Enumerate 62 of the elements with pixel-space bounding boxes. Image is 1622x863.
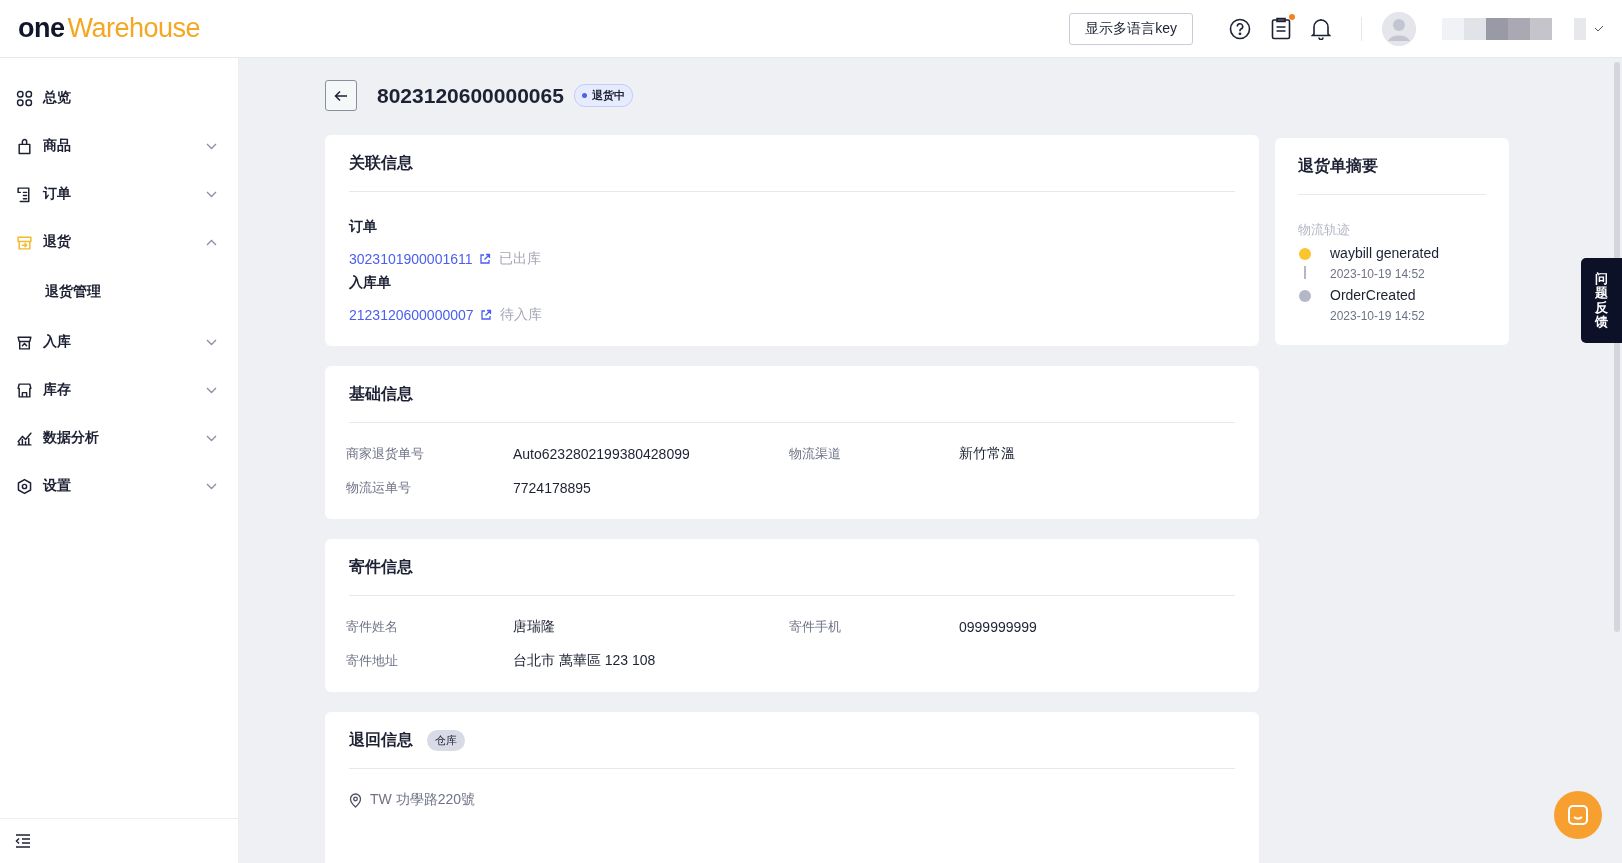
bell-icon[interactable] — [1311, 17, 1331, 40]
field-value: 0999999999 — [959, 619, 1038, 635]
external-link-icon — [479, 309, 492, 321]
external-link-icon — [478, 253, 491, 265]
event-title: OrderCreated — [1330, 287, 1417, 303]
document-link[interactable]: 2123120600000007 — [349, 307, 492, 323]
field-value: 台北市 萬華區 123 108 — [513, 652, 657, 670]
location-pin-icon — [349, 792, 362, 808]
field-label: 寄件地址 — [346, 652, 399, 670]
group-label: 订单 — [349, 218, 378, 236]
back-button[interactable] — [325, 80, 357, 111]
chevron-down-icon — [206, 434, 217, 442]
group-label: 入库单 — [349, 274, 392, 292]
field-value: Auto6232802199380428099 — [513, 446, 691, 462]
document-link[interactable]: 3023101900001611 — [349, 251, 491, 267]
document-status: 待入库 — [499, 306, 542, 324]
back-arrow-icon — [334, 89, 348, 102]
field-value: 唐瑞隆 — [513, 618, 556, 636]
field-label: 寄件姓名 — [346, 618, 399, 636]
chevron-up-icon — [206, 238, 217, 246]
event-time: 2023-10-19 14:52 — [1330, 267, 1426, 281]
document-status: 已出库 — [498, 250, 541, 268]
card-title: 关联信息 — [349, 152, 413, 173]
feedback-tab[interactable]: 问题反馈 — [1581, 258, 1622, 344]
sidebar-item[interactable]: 总览 — [0, 74, 238, 122]
field-label: 商家退货单号 — [346, 445, 425, 463]
sidebar-item[interactable]: 库存 — [0, 366, 238, 414]
page-title: 8023120600000065 — [377, 83, 564, 108]
sidebar-item[interactable]: 订单 — [0, 170, 238, 218]
sidebar-item[interactable]: 入库 — [0, 318, 238, 366]
sidebar-item[interactable]: 商品 — [0, 122, 238, 170]
dropdown-icon[interactable] — [1594, 24, 1604, 33]
field-value: 新竹常溫 — [959, 445, 1016, 463]
sidebar-subitem[interactable]: 退货管理 — [0, 266, 238, 318]
collapse-menu-icon[interactable] — [15, 834, 31, 848]
event-title: waybill generated — [1330, 245, 1439, 261]
chevron-down-icon — [206, 482, 217, 490]
chevron-down-icon — [206, 338, 217, 346]
language-key-button[interactable]: 显示多语言key — [1069, 12, 1193, 45]
warehouse-tag: 仓库 — [427, 729, 465, 751]
card-title: 退回信息 — [349, 729, 413, 750]
status-text: 退货中 — [591, 88, 625, 103]
card-title: 寄件信息 — [349, 556, 413, 577]
field-value: 7724178895 — [513, 480, 592, 496]
chat-icon — [1566, 803, 1590, 827]
field-label: 寄件手机 — [789, 618, 842, 636]
sidebar-item[interactable]: 退货 — [0, 218, 238, 266]
field-label: 物流渠道 — [789, 445, 842, 463]
chevron-down-icon — [206, 142, 217, 150]
chevron-down-icon — [206, 190, 217, 198]
chevron-down-icon — [206, 386, 217, 394]
sidebar-item[interactable]: 设置 — [0, 462, 238, 510]
card-title: 基础信息 — [349, 383, 413, 404]
help-icon[interactable] — [1229, 17, 1251, 40]
logo[interactable]: oneWarehouse — [18, 13, 201, 44]
return-address: TW 功學路220號 — [370, 791, 475, 809]
card-title: 退货单摘要 — [1298, 155, 1378, 177]
event-time: 2023-10-19 14:52 — [1330, 309, 1425, 323]
section-label: 物流轨迹 — [1298, 221, 1351, 239]
status-dot — [581, 93, 587, 98]
field-label: 物流运单号 — [346, 479, 412, 497]
sidebar-item[interactable]: 数据分析 — [0, 414, 238, 462]
